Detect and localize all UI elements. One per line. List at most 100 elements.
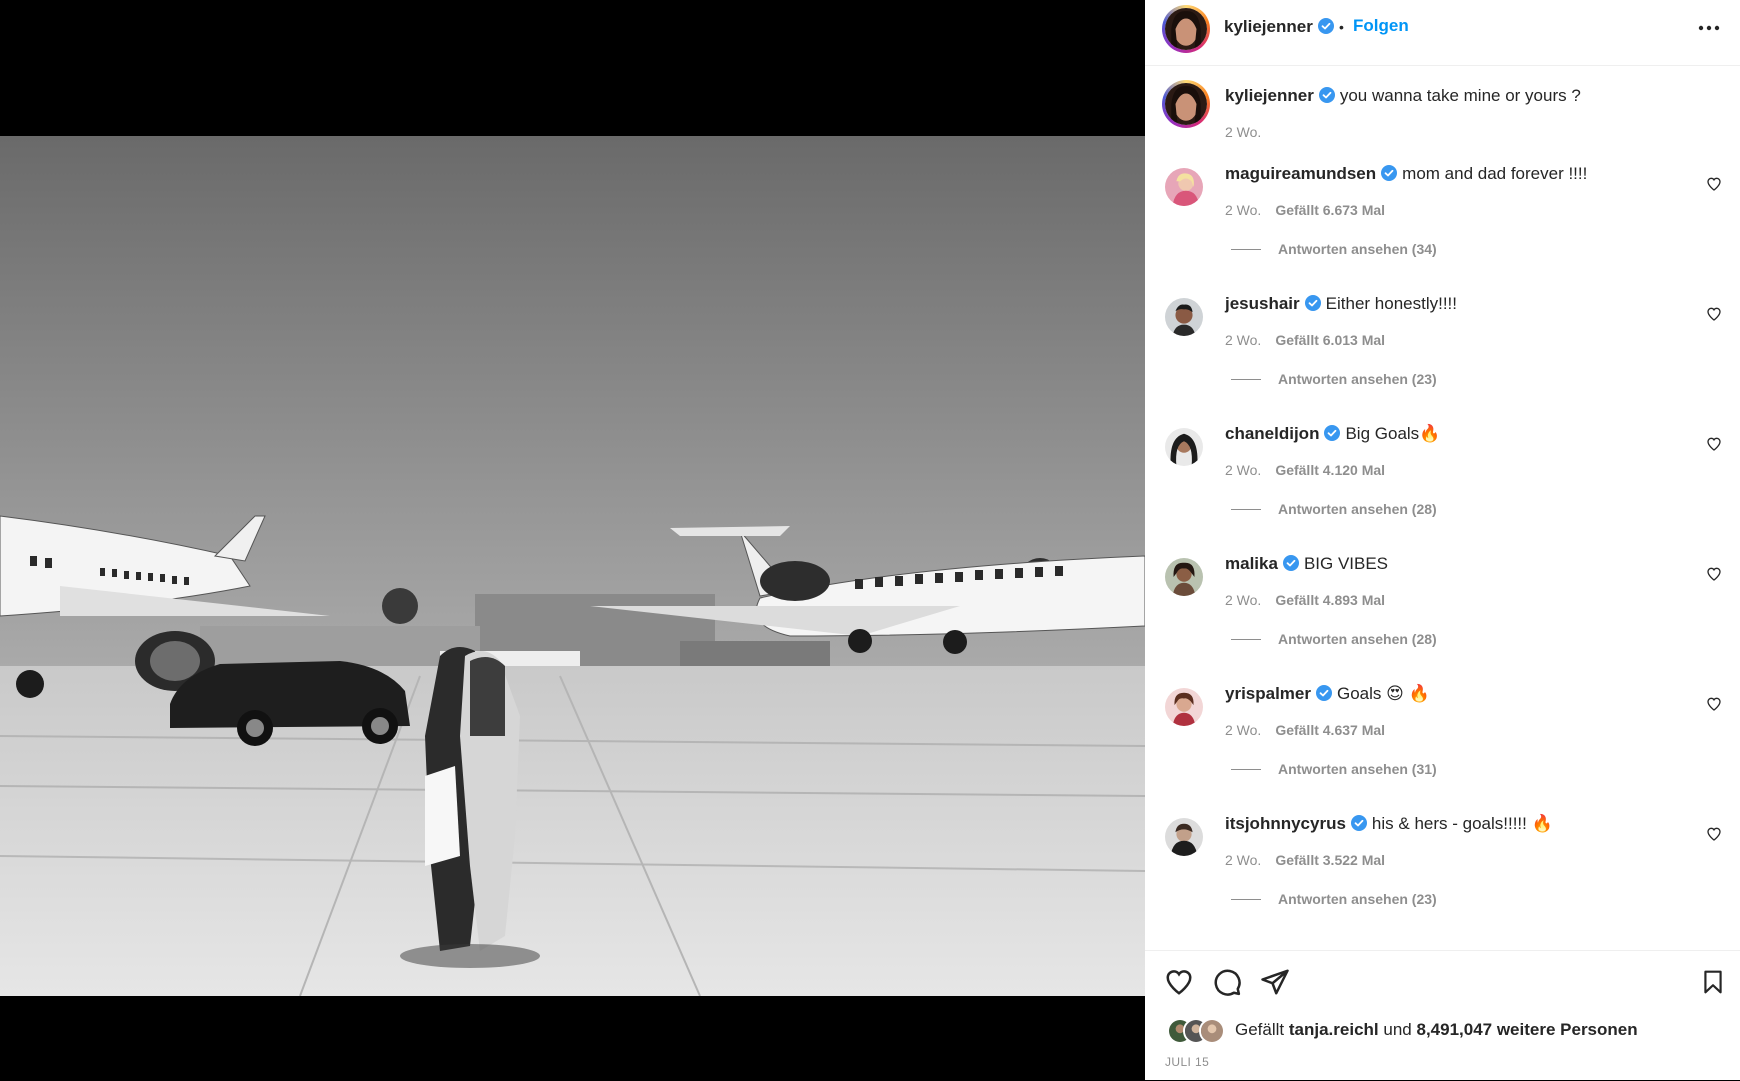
comment-time[interactable]: 2 Wo.	[1225, 462, 1261, 478]
caption-text: kyliejenner you wanna take mine or yours …	[1225, 86, 1581, 106]
comment-avatar[interactable]	[1165, 298, 1203, 336]
comment-avatar[interactable]	[1165, 688, 1203, 726]
comment-text: itsjohnnycyrus his & hers - goals!!!!! 🔥	[1225, 814, 1553, 834]
comment-text: jesushair Either honestly!!!!	[1225, 294, 1457, 314]
comment-likes[interactable]: Gefällt 6.013 Mal	[1275, 332, 1385, 348]
comment-time[interactable]: 2 Wo.	[1225, 332, 1261, 348]
airport-photo-illustration	[0, 136, 1145, 996]
view-replies-button[interactable]: Antworten ansehen (23)	[1278, 371, 1437, 387]
verified-badge-icon	[1350, 815, 1367, 831]
comment-likes[interactable]: Gefällt 3.522 Mal	[1275, 852, 1385, 868]
avatar-image	[1165, 8, 1207, 50]
post-header: kyliejenner • Folgen	[1145, 0, 1740, 66]
comment-meta: 2 Wo. Gefällt 6.013 Mal	[1225, 332, 1385, 348]
avatar-image	[1165, 428, 1203, 466]
comment-likes[interactable]: Gefällt 4.893 Mal	[1275, 592, 1385, 608]
caption-body: you wanna take mine or yours ?	[1339, 86, 1581, 105]
view-replies-button[interactable]: Antworten ansehen (28)	[1278, 631, 1437, 647]
comment-username[interactable]: jesushair	[1225, 294, 1300, 313]
avatar-image	[1165, 558, 1203, 596]
comment-username[interactable]: chaneldijon	[1225, 424, 1319, 443]
reply-divider	[1231, 639, 1261, 640]
liked-by-avatars[interactable]	[1167, 1018, 1227, 1044]
reply-divider	[1231, 249, 1261, 250]
comment-username[interactable]: itsjohnnycyrus	[1225, 814, 1346, 833]
caption-time[interactable]: 2 Wo.	[1225, 124, 1261, 140]
comment-like-heart-icon[interactable]	[1706, 826, 1722, 842]
reply-divider	[1231, 509, 1261, 510]
post-date[interactable]: JULI 15	[1165, 1055, 1209, 1069]
comment-avatar[interactable]	[1165, 818, 1203, 856]
view-replies-button[interactable]: Antworten ansehen (23)	[1278, 891, 1437, 907]
comment-time[interactable]: 2 Wo.	[1225, 722, 1261, 738]
comment-text: malika BIG VIBES	[1225, 554, 1388, 574]
post-actions-bar	[1145, 950, 1740, 1081]
liked-by-user[interactable]: tanja.reichl	[1289, 1020, 1379, 1039]
avatar-image	[1165, 298, 1203, 336]
comment-body: Big Goals🔥	[1345, 424, 1441, 443]
comment-avatar[interactable]	[1165, 428, 1203, 466]
comment-username[interactable]: malika	[1225, 554, 1278, 573]
comment-like-heart-icon[interactable]	[1706, 696, 1722, 712]
verified-badge-icon	[1282, 555, 1299, 571]
comment-likes[interactable]: Gefällt 4.637 Mal	[1275, 722, 1385, 738]
post-sidebar: kyliejenner • Folgen kyliejenner you wan…	[1145, 0, 1740, 1080]
comment-username[interactable]: maguireamundsen	[1225, 164, 1376, 183]
caption-username[interactable]: kyliejenner	[1225, 86, 1314, 105]
heart-icon[interactable]	[1164, 967, 1194, 997]
reply-divider	[1231, 899, 1261, 900]
comment-like-heart-icon[interactable]	[1706, 306, 1722, 322]
avatar-image	[1165, 688, 1203, 726]
comment-username[interactable]: yrispalmer	[1225, 684, 1311, 703]
comment-icon[interactable]	[1212, 967, 1242, 997]
comment-avatar[interactable]	[1165, 168, 1203, 206]
verified-badge-icon	[1316, 685, 1332, 701]
comment-body: Goals 😍 🔥	[1337, 684, 1430, 703]
comment-body: his & hers - goals!!!!! 🔥	[1371, 814, 1553, 833]
comment-likes[interactable]: Gefällt 4.120 Mal	[1275, 462, 1385, 478]
view-replies-button[interactable]: Antworten ansehen (34)	[1278, 241, 1437, 257]
post-media	[0, 0, 1145, 1080]
comment-time[interactable]: 2 Wo.	[1225, 852, 1261, 868]
reply-divider	[1231, 769, 1261, 770]
comment-like-heart-icon[interactable]	[1706, 176, 1722, 192]
comment-text: yrispalmer Goals 😍 🔥	[1225, 684, 1430, 704]
avatar-image	[1165, 83, 1207, 125]
likes-prefix: Gefällt	[1235, 1020, 1285, 1039]
reply-divider	[1231, 379, 1261, 380]
avatar-image	[1165, 818, 1203, 856]
comment-likes[interactable]: Gefällt 6.673 Mal	[1275, 202, 1385, 218]
header-username-text[interactable]: kyliejenner	[1224, 17, 1313, 36]
comment-meta: 2 Wo. Gefällt 4.637 Mal	[1225, 722, 1385, 738]
header-avatar[interactable]	[1162, 5, 1210, 53]
comment-like-heart-icon[interactable]	[1706, 436, 1722, 452]
verified-badge-icon	[1304, 295, 1321, 311]
view-replies-button[interactable]: Antworten ansehen (31)	[1278, 761, 1437, 777]
comment-meta: 2 Wo. Gefällt 4.120 Mal	[1225, 462, 1385, 478]
comment-time[interactable]: 2 Wo.	[1225, 202, 1261, 218]
comment-body: Either honestly!!!!	[1325, 294, 1457, 313]
caption-avatar[interactable]	[1162, 80, 1210, 128]
comment-meta: 2 Wo. Gefällt 3.522 Mal	[1225, 852, 1385, 868]
likes-count[interactable]: 8,491,047 weitere Personen	[1416, 1020, 1637, 1039]
follow-button[interactable]: Folgen	[1353, 16, 1409, 36]
comment-avatar[interactable]	[1165, 558, 1203, 596]
likes-connector: und	[1383, 1020, 1412, 1039]
liked-by-avatar	[1199, 1018, 1225, 1044]
header-separator: •	[1339, 19, 1344, 35]
post-photo[interactable]	[0, 136, 1145, 996]
comment-meta: 2 Wo. Gefällt 4.893 Mal	[1225, 592, 1385, 608]
comment-body: BIG VIBES	[1303, 554, 1389, 573]
comment-text: chaneldijon Big Goals🔥	[1225, 424, 1440, 444]
bookmark-icon[interactable]	[1700, 967, 1726, 997]
share-icon[interactable]	[1260, 967, 1290, 997]
header-username[interactable]: kyliejenner	[1224, 17, 1334, 37]
comment-meta: 2 Wo. Gefällt 6.673 Mal	[1225, 202, 1385, 218]
view-replies-button[interactable]: Antworten ansehen (28)	[1278, 501, 1437, 517]
comment-time[interactable]: 2 Wo.	[1225, 592, 1261, 608]
comment-like-heart-icon[interactable]	[1706, 566, 1722, 582]
comment-body: mom and dad forever !!!!	[1402, 164, 1588, 183]
verified-badge-icon	[1324, 425, 1341, 441]
comments-list[interactable]: kyliejenner you wanna take mine or yours …	[1145, 66, 1740, 948]
more-options-icon[interactable]	[1696, 18, 1722, 38]
